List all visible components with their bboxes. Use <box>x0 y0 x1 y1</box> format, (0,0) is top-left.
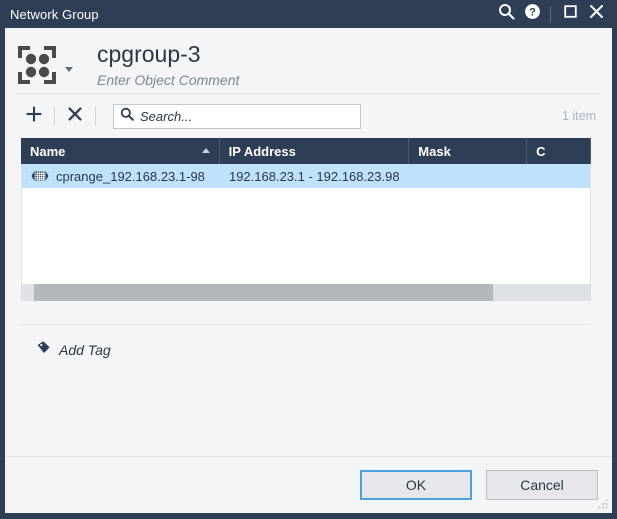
search-input[interactable] <box>140 108 354 124</box>
toolbar-separator-1 <box>54 106 55 126</box>
dialog-body: cpgroup-3 Enter Object Comment Search...… <box>5 28 612 513</box>
dialog-footer: OK Cancel <box>5 457 612 513</box>
search-icon <box>498 3 515 25</box>
titlebar-separator <box>550 5 551 23</box>
tag-divider <box>21 324 590 325</box>
column-header-label: Name <box>30 143 66 159</box>
resize-grip[interactable] <box>595 497 609 511</box>
table-row[interactable]: cprange_192.168.23.1-98 192.168.23.1 - 1… <box>22 164 590 188</box>
remove-object-button[interactable] <box>60 102 90 130</box>
cell-name: cprange_192.168.23.1-98 <box>22 169 220 184</box>
close-x-icon <box>67 106 83 127</box>
maximize-icon <box>563 4 578 24</box>
sort-ascending-icon <box>201 148 210 153</box>
help-icon: ? <box>524 3 541 25</box>
column-header-name[interactable]: Name <box>21 138 220 164</box>
plus-icon <box>25 105 43 128</box>
tag-icon <box>36 340 51 360</box>
close-icon <box>589 4 604 24</box>
network-group-icon <box>16 44 58 86</box>
object-texts: cpgroup-3 Enter Object Comment <box>97 41 239 89</box>
address-range-icon <box>31 170 49 182</box>
object-name[interactable]: cpgroup-3 <box>97 41 239 68</box>
horizontal-scrollbar-thumb[interactable] <box>34 284 493 301</box>
column-header-label: Mask <box>418 143 451 159</box>
search-button[interactable] <box>493 1 519 27</box>
tag-section: Add Tag <box>5 301 612 360</box>
list-toolbar: 1 item <box>5 94 612 138</box>
column-header-ip-address[interactable]: IP Address <box>220 138 410 164</box>
cell-ip-address: 192.168.23.1 - 192.168.23.98 <box>228 168 400 184</box>
titlebar-actions: ? <box>493 1 609 27</box>
object-icon-button[interactable] <box>16 41 73 86</box>
horizontal-scrollbar[interactable] <box>21 284 591 301</box>
network-group-dialog: Network Group ? cpgroup-3 Enter Object C… <box>0 0 617 519</box>
toolbar-separator-2 <box>95 106 96 126</box>
add-tag-button[interactable]: Add Tag <box>36 340 128 360</box>
column-header-mask[interactable]: Mask <box>409 138 528 164</box>
close-button[interactable] <box>583 1 609 27</box>
object-header: cpgroup-3 Enter Object Comment <box>5 28 612 93</box>
cancel-button[interactable]: Cancel <box>486 470 598 500</box>
row-name-text: cprange_192.168.23.1-98 <box>56 168 205 184</box>
column-header-label: IP Address <box>228 143 296 159</box>
column-header-label: C <box>536 143 546 159</box>
window-title: Network Group <box>10 6 99 22</box>
svg-text:?: ? <box>529 7 536 19</box>
add-tag-label: Add Tag <box>59 342 111 358</box>
search-field-wrapper[interactable] <box>113 103 361 129</box>
members-table: Name IP Address Mask C cprange_192.168.2… <box>21 138 591 301</box>
column-header-comments[interactable]: C <box>527 138 591 164</box>
object-comment-field[interactable]: Enter Object Comment <box>97 72 239 89</box>
help-button[interactable]: ? <box>519 1 545 27</box>
table-body: cprange_192.168.23.1-98 192.168.23.1 - 1… <box>21 164 591 284</box>
maximize-button[interactable] <box>557 1 583 27</box>
footer-spacer <box>5 360 612 456</box>
title-bar: Network Group ? <box>0 0 617 28</box>
table-header-row: Name IP Address Mask C <box>21 138 591 164</box>
search-icon <box>120 107 134 126</box>
add-object-button[interactable] <box>19 102 49 130</box>
ok-button[interactable]: OK <box>360 470 472 500</box>
chevron-down-icon <box>65 66 73 72</box>
item-count-label: 1 item <box>561 109 596 123</box>
